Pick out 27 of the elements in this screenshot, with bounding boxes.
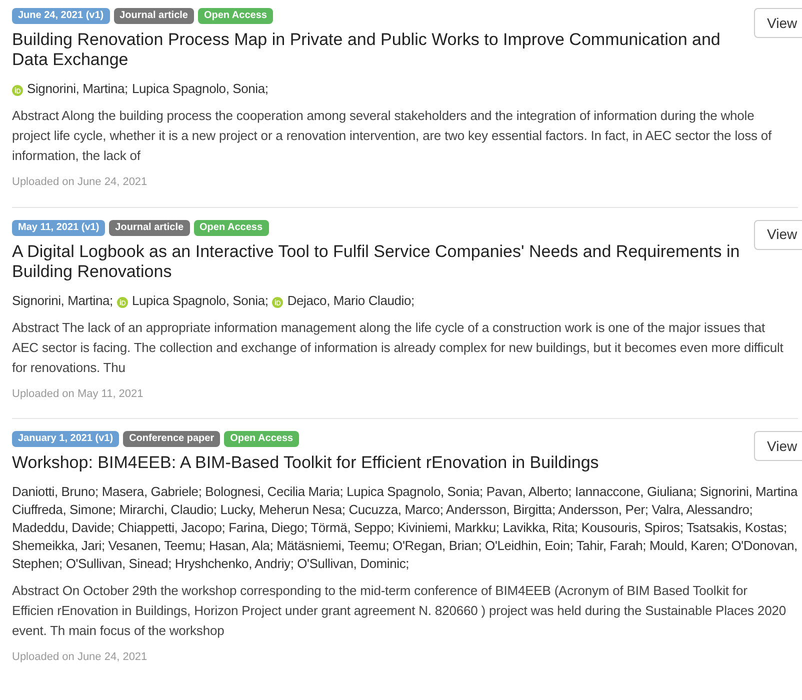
access-badge: Open Access: [224, 431, 300, 447]
date-badge: June 24, 2021 (v1): [12, 8, 110, 24]
type-badge: Journal article: [114, 8, 194, 24]
author-name: Daniotti, Bruno; Masera, Gabriele; Bolognesi, Cecilia Maria; Lupica Spagnolo, Sonia; Pavan, Alberto; Iannaccone, Giuliana; Signorini, Martina Ciuffreda, Simone; Mirarchi, Claudio; Lucky, Meherun Nesa; Cucuzza, Marco; Andersson, Birgitta; Andersson, Per; Valra, Alessandro; Madeddu, Davide; Chiappetti, Jacopo; Farina, Diego; Törmä, Seppo; Kiviniemi, Markku; Lavikka, Rita; Kousouris, Spiros; Tsatsakis, Kostas; Shemeikka, Jari; Vesanen, Teemu; Hasan, Ala; Mätäsniemi, Teemu; O'Regan, Brian; O'Leidhin, Eoin; Tahir, Farah; Mould, Karen; O'Donovan, Stephen; O'Sullivan, Sinead; Hryshchenko, Andriy; O'Sullivan, Dominic;: [12, 484, 798, 571]
author-name: Dejaco, Mario Claudio;: [287, 292, 414, 308]
author-name: Signorini, Martina;: [27, 81, 128, 96]
view-button[interactable]: View: [754, 431, 802, 461]
view-button[interactable]: View: [754, 8, 802, 38]
upload-date: Uploaded on June 24, 2021: [12, 650, 148, 665]
type-badge: Journal article: [109, 220, 190, 236]
access-badge: Open Access: [198, 8, 273, 24]
access-badge: Open Access: [194, 220, 269, 236]
orcid-icon[interactable]: [272, 296, 284, 308]
author-name: Lupica Spagnolo, Sonia;: [132, 292, 268, 308]
type-badge: Conference paper: [123, 431, 220, 447]
date-badge: January 1, 2021 (v1): [12, 431, 120, 447]
date-badge: May 11, 2021 (v1): [12, 220, 106, 236]
author-name: Signorini, Martina;: [12, 292, 113, 308]
abstract-text: Abstract The lack of an appropriate information management along the life cycle of a construction work is one of the major issues that AEC sector is facing. The collection and exchange of information is already complex for new buildings, but it becomes even more difficult for renovations. Thu: [12, 318, 784, 376]
upload-date: Uploaded on June 24, 2021: [12, 175, 148, 190]
author-name: Lupica Spagnolo, Sonia;: [132, 81, 268, 96]
abstract-text: Abstract On October 29th the workshop corresponding to the mid-term conference of BIM4EEB (Acronym of BIM Based Toolkit for Efficien rEnovation in Buildings, Horizon Project under grant agreement N. 820660 ) project was held during the Sustainable Places 2020 event. Th main focus of the workshop: [12, 582, 787, 640]
orcid-icon[interactable]: [116, 296, 128, 308]
view-button[interactable]: View: [754, 220, 802, 250]
upload-date: Uploaded on May 11, 2021: [12, 386, 144, 402]
orcid-icon[interactable]: [12, 85, 23, 96]
abstract-text: Abstract Along the building process the cooperation among several stakeholders and the integration of information during the whole project life cycle, whether it is a new project or a renovation intervention, are two key essential factors. In fact, in AEC sector the loss of information, the lack of: [12, 107, 773, 165]
